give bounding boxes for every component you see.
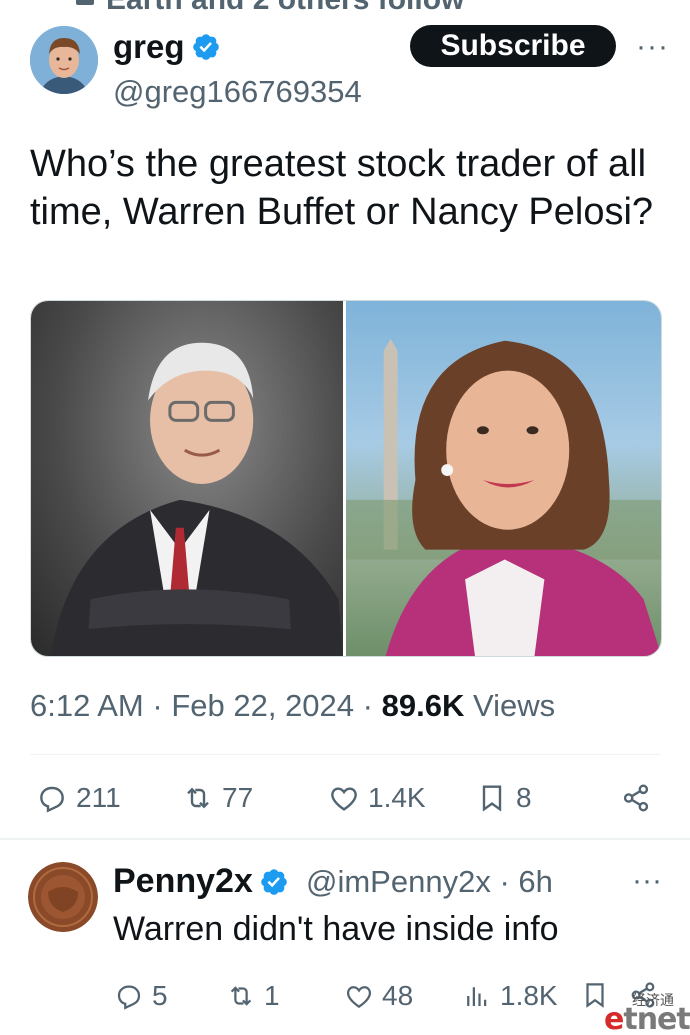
more-options-button[interactable]: ··· <box>636 30 669 64</box>
social-context[interactable]: Earth and 2 others follow <box>76 0 464 17</box>
tweet-actions: 211 77 1.4K 8 <box>0 778 690 822</box>
reply-views-button[interactable]: 1.8K <box>462 980 558 1012</box>
tweet-media-grid[interactable] <box>30 300 662 657</box>
reply-count: 211 <box>76 782 121 813</box>
reply-repost-button[interactable]: 1 <box>226 980 280 1012</box>
verified-badge-icon <box>259 867 289 897</box>
pelosi-illustration <box>345 338 661 656</box>
author-name-text: greg <box>113 28 185 65</box>
like-count: 1.4K <box>368 782 426 813</box>
reply-repost-count: 1 <box>264 980 280 1011</box>
reply-actions: 5 1 48 1.8K <box>0 976 690 1016</box>
penny-coin-icon <box>28 862 98 932</box>
meta-separator: · <box>362 688 373 723</box>
divider <box>30 754 660 755</box>
media-image-pelosi[interactable] <box>345 301 661 656</box>
bookmark-button[interactable]: 8 <box>476 782 532 814</box>
repost-icon <box>230 986 252 1006</box>
reply-icon <box>40 786 64 813</box>
reply-time: 6h <box>518 864 553 899</box>
heart-icon <box>331 787 357 811</box>
avatar-image <box>30 26 98 94</box>
views-count: 89.6K <box>381 688 465 723</box>
reply-like-button[interactable]: 48 <box>344 980 413 1012</box>
divider <box>0 838 690 840</box>
watermark-brand: etnet <box>604 1002 690 1035</box>
reply-icon <box>117 985 141 1010</box>
reply-author-handle: @imPenny2x <box>306 864 491 899</box>
author-name[interactable]: greg <box>113 28 221 66</box>
analytics-icon <box>467 987 487 1006</box>
reply-author-name[interactable]: Penny2x <box>113 862 289 901</box>
bookmark-icon <box>482 785 502 812</box>
reply-author-avatar[interactable] <box>28 862 98 932</box>
media-image-buffett[interactable] <box>31 301 343 656</box>
meta-separator: · <box>499 864 510 899</box>
repost-count: 77 <box>222 782 254 813</box>
reply-reply-count: 5 <box>152 980 168 1011</box>
bookmark-count: 8 <box>516 782 532 813</box>
reply-author-meta[interactable]: @imPenny2x · 6h <box>306 864 553 900</box>
etnet-watermark: 经济通 etnet <box>600 990 690 1035</box>
author-handle[interactable]: @greg166769354 <box>113 74 398 110</box>
reply-author-name-text: Penny2x <box>113 862 253 900</box>
verified-badge-icon <box>191 32 221 62</box>
tweet-date[interactable]: Feb 22, 2024 <box>171 688 354 723</box>
reply-more-options-button[interactable]: ··· <box>632 864 662 898</box>
reply-tweet[interactable]: Penny2x @imPenny2x · 6h ··· Warren didn'… <box>0 846 690 1035</box>
tweet-text: Who’s the greatest stock trader of all t… <box>30 143 654 233</box>
reply-button[interactable]: 211 <box>36 782 121 814</box>
reply-reply-button[interactable]: 5 <box>114 980 168 1012</box>
social-context-text: Earth and 2 others follow <box>106 0 464 17</box>
tweet-time[interactable]: 6:12 AM <box>30 688 144 723</box>
follow-indicator-icon <box>76 0 94 5</box>
buffett-illustration <box>50 342 343 656</box>
subscribe-button[interactable]: Subscribe <box>410 25 616 67</box>
meta-separator: · <box>152 688 163 723</box>
views-label: Views <box>472 688 556 723</box>
reply-like-count: 48 <box>382 980 414 1011</box>
tweet-meta: 6:12 AM · Feb 22, 2024 · 89.6K Views <box>30 688 555 724</box>
reply-views-count: 1.8K <box>500 980 558 1011</box>
reply-text: Warren didn't have inside info <box>113 910 559 948</box>
heart-icon <box>346 986 372 1008</box>
share-button[interactable] <box>620 782 652 814</box>
like-button[interactable]: 1.4K <box>328 782 426 814</box>
share-icon <box>623 784 649 812</box>
author-avatar[interactable] <box>30 26 98 94</box>
repost-button[interactable]: 77 <box>182 782 253 814</box>
repost-icon <box>187 787 209 809</box>
